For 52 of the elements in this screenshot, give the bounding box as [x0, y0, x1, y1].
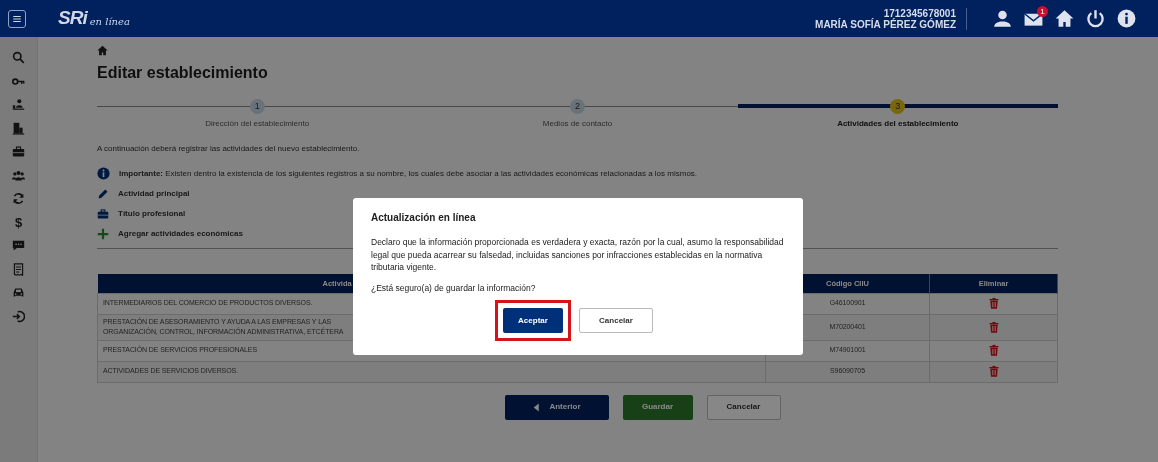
- back-button[interactable]: Anterior: [504, 394, 609, 420]
- notice-text: Importante: Existen dentro la existencia de los siguientes registros a su nombre, los cuales debe asociar a las actividades económicas relacionadas a los mismos.: [119, 167, 698, 180]
- step-label: Medios de contacto: [541, 118, 614, 130]
- briefcase-icon[interactable]: [12, 145, 25, 159]
- group-icon[interactable]: [12, 168, 25, 182]
- trash-icon[interactable]: [987, 344, 1000, 357]
- intro-text: A continuación deberá registrar las actividades del nuevo establecimiento.: [97, 143, 360, 155]
- info-icon[interactable]: [1117, 9, 1136, 28]
- home-icon[interactable]: [1055, 9, 1074, 28]
- step-number[interactable]: 2: [570, 99, 585, 114]
- user-name: MARÍA SOFÍA PÉREZ GÓMEZ: [815, 18, 956, 30]
- trash-icon[interactable]: [987, 297, 1000, 310]
- search-icon[interactable]: [12, 51, 25, 65]
- action-link[interactable]: Agregar actividades económicas: [118, 228, 243, 240]
- dialog-question: ¿Está seguro(a) de guardar la información?: [371, 281, 537, 294]
- menu-button[interactable]: [8, 9, 26, 28]
- plus-icon[interactable]: [97, 228, 109, 240]
- caret-icon: [532, 401, 542, 413]
- step-label: Actividades del establecimiento: [836, 118, 960, 130]
- menu-icon: [12, 13, 22, 24]
- people-icon[interactable]: [12, 98, 25, 112]
- notification-badge: 1: [1037, 6, 1048, 17]
- chat-icon[interactable]: [12, 239, 25, 253]
- accept-button[interactable]: Aceptar: [503, 308, 563, 333]
- building-icon[interactable]: [12, 121, 25, 135]
- home-icon[interactable]: [97, 45, 108, 57]
- car-icon[interactable]: [12, 286, 25, 300]
- step-label: Dirección del establecimiento: [204, 118, 311, 130]
- step-number[interactable]: 3: [890, 99, 906, 114]
- dollar-icon[interactable]: $: [14, 212, 23, 232]
- power-icon[interactable]: [1086, 9, 1105, 28]
- page-title: Editar establecimiento: [97, 63, 269, 83]
- user-id: 1712345678001: [882, 7, 956, 19]
- action-link[interactable]: Título profesional: [118, 208, 186, 220]
- briefcase-icon[interactable]: [97, 208, 109, 220]
- info-icon: [97, 167, 110, 180]
- cancel-button[interactable]: Cancelar: [706, 394, 781, 420]
- document-icon[interactable]: [12, 262, 25, 276]
- user-icon[interactable]: [993, 9, 1012, 28]
- refresh-icon[interactable]: [12, 192, 25, 206]
- save-button[interactable]: Guardar: [622, 394, 693, 420]
- trash-icon[interactable]: [987, 365, 1000, 378]
- action-link[interactable]: Actividad principal: [118, 188, 190, 200]
- dialog-message: Declaro que la información proporcionada es verdadera y exacta, razón por la cual, asumo la responsabilidad legal que pueda acarrear su falsedad, incluidas sanciones por infracciones establecidas en la normativa tributaria vigente.: [371, 236, 785, 274]
- trash-icon[interactable]: [987, 320, 1000, 334]
- dialog-title: Actualización en línea: [371, 211, 477, 225]
- cancel-button[interactable]: Cancelar: [579, 308, 653, 333]
- sign-in-icon[interactable]: [12, 309, 25, 323]
- step-number[interactable]: 1: [249, 99, 265, 114]
- logo-subtitle: en línea: [89, 15, 130, 29]
- logo-text[interactable]: SRi: [58, 4, 87, 33]
- pencil-icon[interactable]: [97, 188, 109, 200]
